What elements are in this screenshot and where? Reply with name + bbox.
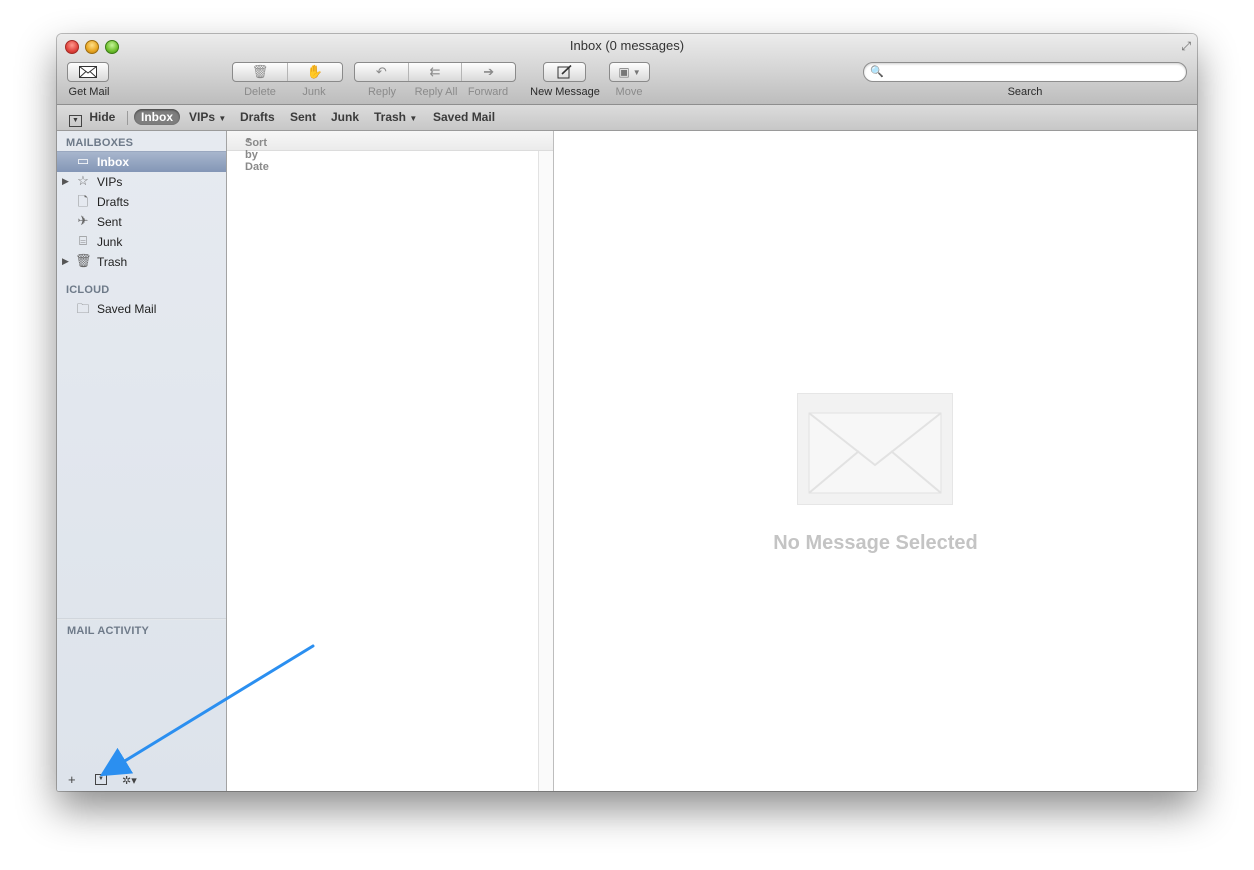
sidebar-item-label: Trash <box>97 255 128 269</box>
sidebar-item-label: Saved Mail <box>97 302 157 316</box>
disclosure-triangle-icon[interactable]: ▶ <box>62 256 69 267</box>
delete-label: Delete <box>244 86 276 98</box>
list-scrollbar[interactable] <box>538 151 553 791</box>
favorites-bar: ▼ Hide Inbox VIPs ▼ Drafts Sent Junk Tra… <box>57 105 1197 131</box>
move-folder-icon: ▣ <box>618 65 630 79</box>
sidebar-item-label: Inbox <box>97 155 129 169</box>
reply-arrow-icon: ↶ <box>375 64 387 79</box>
fav-trash[interactable]: Trash ▼ <box>374 110 417 124</box>
sidebar-item-label: Drafts <box>97 195 130 209</box>
sidebar-toggle-icon: ▼ <box>69 115 82 127</box>
new-message-button[interactable] <box>543 62 586 82</box>
fav-vips[interactable]: VIPs ▼ <box>189 110 226 124</box>
chevron-down-icon: ▼ <box>218 114 227 123</box>
fav-saved-mail[interactable]: Saved Mail <box>433 110 495 124</box>
sidebar-item-trash[interactable]: ▶ 🗑 Trash <box>57 252 226 272</box>
star-icon: ☆ <box>77 173 89 188</box>
junk-button[interactable]: ✋ <box>288 63 342 81</box>
move-button[interactable]: ▣ ▼ <box>609 62 650 82</box>
sidebar-item-junk[interactable]: ⌸ Junk <box>57 232 226 252</box>
chevron-down-icon: ▼ <box>245 137 252 144</box>
folder-icon: 🗀 <box>76 301 90 316</box>
favorites-separator <box>127 111 128 125</box>
gear-icon: ✲▾ <box>122 775 137 787</box>
sidebar-item-saved-mail[interactable]: 🗀 Saved Mail <box>57 299 226 319</box>
delete-button[interactable]: 🗑 <box>233 63 288 81</box>
sidebar-item-label: Junk <box>97 235 123 249</box>
show-activity-button[interactable]: ▼ <box>95 768 107 785</box>
fullscreen-icon[interactable]: ⤢ <box>1181 39 1191 54</box>
forward-label: Forward <box>467 86 509 98</box>
reply-all-arrow-icon: ⇇ <box>429 64 441 79</box>
reply-all-label: Reply All <box>414 86 458 98</box>
hide-label: Hide <box>89 110 116 124</box>
mailbox-sidebar: MAILBOXES ▭ Inbox ▶ ☆ VIPs 🗋 Drafts ✈ Se… <box>57 131 227 791</box>
envelope-icon <box>79 66 97 78</box>
icloud-header: ICLOUD <box>66 284 110 296</box>
fav-junk[interactable]: Junk <box>331 110 359 124</box>
paper-plane-icon: ✈ <box>77 213 89 228</box>
get-mail-button[interactable] <box>67 62 109 82</box>
reply-label: Reply <box>367 86 397 98</box>
mailboxes-header: MAILBOXES <box>66 137 134 149</box>
thumbs-down-icon: ✋ <box>306 64 324 79</box>
sidebar-item-vips[interactable]: ▶ ☆ VIPs <box>57 172 226 192</box>
sidebar-item-sent[interactable]: ✈ Sent <box>57 212 226 232</box>
chevron-down-icon: ▼ <box>409 114 418 123</box>
reply-all-button[interactable]: ⇇ <box>409 63 463 81</box>
trash-icon: 🗑 <box>75 253 92 268</box>
chevron-down-icon: ▼ <box>632 67 641 77</box>
disclosure-triangle-icon[interactable]: ▶ <box>62 176 69 187</box>
junk-bin-icon: ⌸ <box>79 233 87 248</box>
delete-junk-segment: 🗑 ✋ <box>232 62 343 82</box>
fav-drafts[interactable]: Drafts <box>240 110 275 124</box>
search-input[interactable] <box>884 64 1178 82</box>
sidebar-item-inbox[interactable]: ▭ Inbox <box>57 151 226 172</box>
new-message-label: New Message <box>530 86 600 98</box>
activity-toggle-icon: ▼ <box>95 774 107 785</box>
hide-mailboxes-button[interactable]: ▼ Hide <box>69 110 115 127</box>
mail-window: Inbox (0 messages) ⤢ Get Mail 🗑 ✋ Delete… <box>57 34 1197 791</box>
message-list[interactable]: Sort by Date ▼ <box>227 131 554 791</box>
sidebar-item-label: Sent <box>97 215 122 229</box>
forward-arrow-icon: ➔ <box>483 64 495 79</box>
sidebar-item-drafts[interactable]: 🗋 Drafts <box>57 192 226 212</box>
move-label: Move <box>615 86 643 98</box>
get-mail-label: Get Mail <box>68 86 110 98</box>
forward-button[interactable]: ➔ <box>462 63 515 81</box>
compose-icon <box>557 65 572 79</box>
no-message-selected-text: No Message Selected <box>773 532 978 554</box>
junk-label: Junk <box>302 86 326 98</box>
trash-icon: 🗑 <box>251 64 269 79</box>
fav-sent[interactable]: Sent <box>290 110 316 124</box>
sort-bar[interactable]: Sort by Date ▼ <box>227 131 553 173</box>
reply-button[interactable]: ↶ <box>355 63 409 81</box>
inbox-icon: ▭ <box>76 153 90 168</box>
action-menu-button[interactable]: ✲▾ <box>122 774 137 787</box>
search-label: Search <box>1007 86 1043 98</box>
fav-vips-label: VIPs <box>189 110 216 124</box>
search-field[interactable]: 🔍 <box>863 62 1187 82</box>
search-icon: 🔍 <box>870 66 884 78</box>
title-bar: Inbox (0 messages) ⤢ Get Mail 🗑 ✋ Delete… <box>57 34 1197 105</box>
empty-envelope-icon <box>797 393 953 505</box>
message-viewer: No Message Selected <box>554 131 1197 791</box>
fav-inbox[interactable]: Inbox <box>134 109 180 125</box>
mail-activity-header: MAIL ACTIVITY <box>67 625 150 637</box>
reply-segment: ↶ ⇇ ➔ <box>354 62 516 82</box>
sidebar-item-label: VIPs <box>97 175 123 189</box>
fav-trash-label: Trash <box>374 110 407 124</box>
window-title: Inbox (0 messages) <box>569 38 685 53</box>
add-mailbox-button[interactable]: + <box>68 772 76 787</box>
activity-splitter[interactable] <box>57 618 226 620</box>
